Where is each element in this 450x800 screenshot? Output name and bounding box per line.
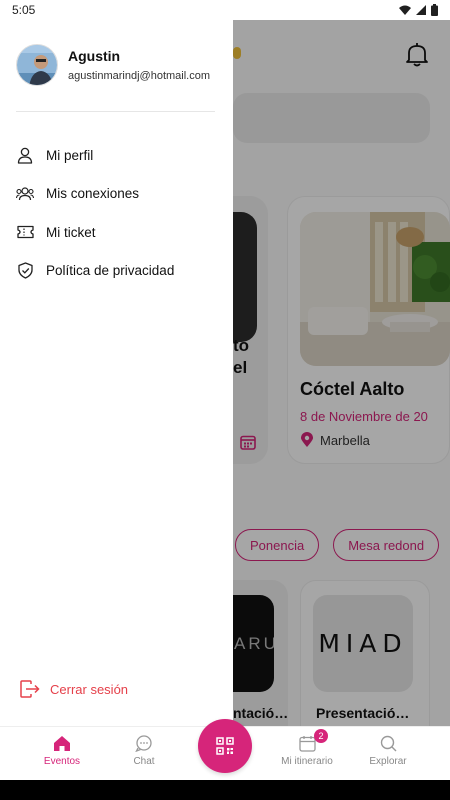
logout-label: Cerrar sesión: [50, 681, 129, 697]
system-navigation-bar: [0, 780, 450, 800]
drawer-divider: [16, 111, 215, 112]
nav-mi-itinerario[interactable]: 2 Mi itinerario: [272, 729, 342, 767]
user-email: agustinmarindj@hotmail.com: [68, 70, 211, 82]
drawer-menu: Mi perfil Mis conexiones Mi ticket Polít…: [16, 136, 174, 290]
drawer-profile[interactable]: Agustin agustinmarindj@hotmail.com: [16, 44, 210, 86]
menu-item-label: Política de privacidad: [46, 263, 175, 279]
nav-mi-itinerario-label: Mi itinerario: [281, 756, 333, 767]
qr-code-icon: [216, 737, 234, 755]
search-icon: [380, 735, 396, 752]
menu-item-label: Mis conexiones: [46, 186, 140, 202]
logout-icon: [20, 680, 40, 698]
menu-item-mi-ticket[interactable]: Mi ticket: [16, 213, 174, 252]
nav-explorar[interactable]: Explorar: [353, 735, 423, 767]
itinerary-badge: 2: [314, 729, 328, 743]
nav-eventos[interactable]: Eventos: [27, 735, 97, 767]
ticket-icon: [16, 223, 34, 241]
qr-code-button[interactable]: [198, 719, 252, 773]
nav-explorar-label: Explorar: [369, 756, 407, 767]
user-icon: [16, 146, 34, 164]
connections-icon: [16, 185, 34, 203]
calendar-icon: [298, 736, 316, 752]
logout-button[interactable]: Cerrar sesión: [20, 680, 128, 698]
status-time: 5:05: [12, 3, 36, 17]
menu-item-mis-conexiones[interactable]: Mis conexiones: [16, 175, 174, 214]
signal-icon: [416, 5, 426, 15]
menu-item-mi-perfil[interactable]: Mi perfil: [16, 136, 174, 175]
menu-item-label: Mi perfil: [46, 147, 94, 163]
battery-icon: [431, 4, 438, 16]
navigation-drawer: Agustin agustinmarindj@hotmail.com Mi pe…: [0, 20, 233, 726]
menu-item-politica-privacidad[interactable]: Política de privacidad: [16, 252, 174, 291]
user-name: Agustin: [68, 48, 121, 64]
shield-icon: [16, 262, 34, 280]
app-screen: 5:05 to el Cóctel Aalto 8 de Noviembre d…: [0, 0, 450, 800]
home-icon: [54, 736, 70, 751]
chat-icon: [135, 735, 152, 752]
avatar: [16, 44, 58, 86]
nav-eventos-label: Eventos: [43, 756, 81, 767]
nav-chat[interactable]: Chat: [109, 735, 179, 767]
menu-item-label: Mi ticket: [46, 224, 96, 240]
status-bar: 5:05: [0, 0, 450, 20]
nav-chat-label: Chat: [133, 756, 155, 767]
status-icons: [399, 4, 438, 16]
bottom-navigation: Eventos Chat 2 Mi itinerario Explorar: [0, 719, 450, 780]
wifi-icon: [399, 5, 411, 15]
